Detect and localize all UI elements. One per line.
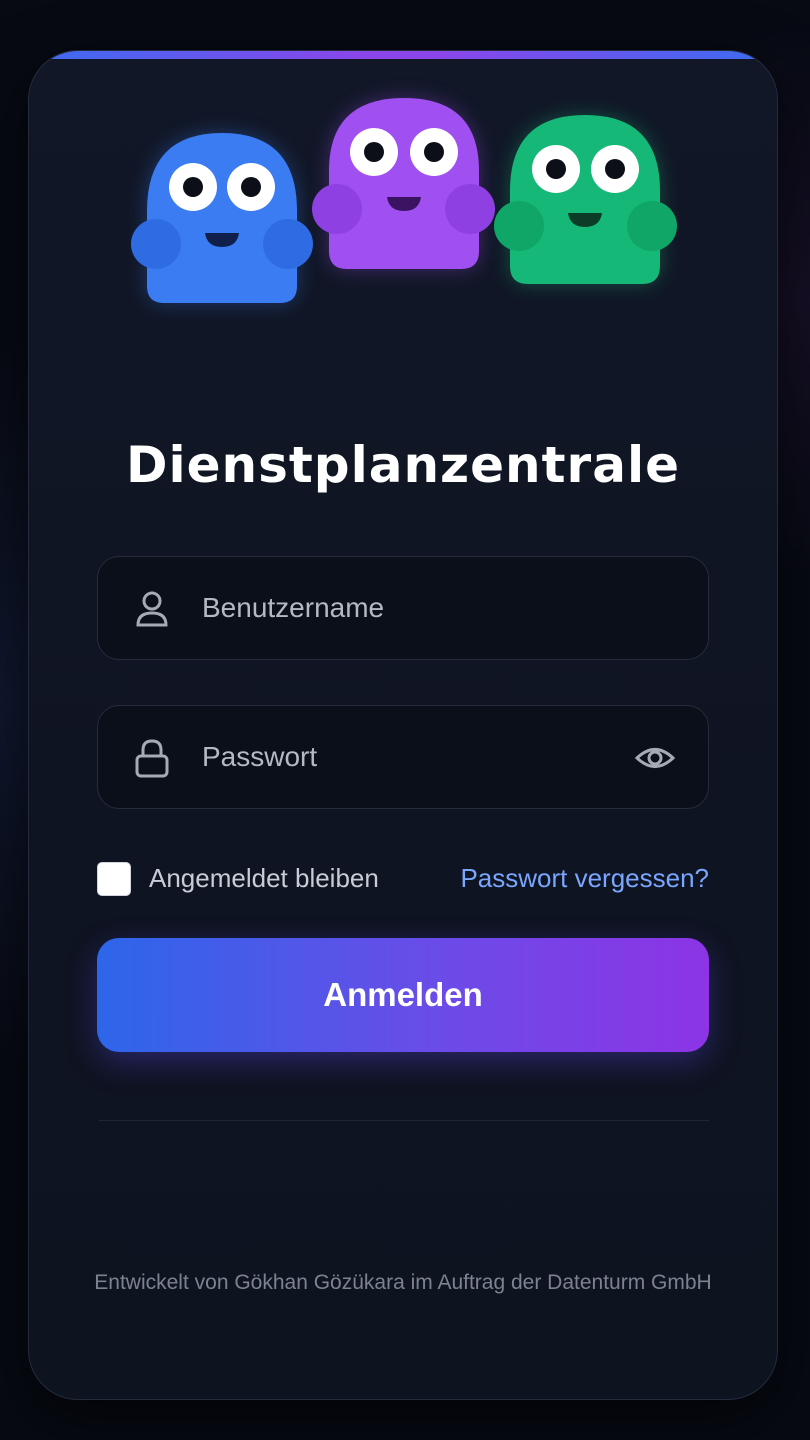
login-card: Dienstplanzentrale Angemeldet bleiben Pa… [28, 50, 778, 1400]
remember-me-label[interactable]: Angemeldet bleiben [149, 863, 379, 894]
password-input[interactable] [202, 706, 622, 808]
login-button[interactable]: Anmelden [97, 938, 709, 1052]
divider [99, 1120, 709, 1121]
app-title: Dienstplanzentrale [125, 436, 681, 494]
username-field[interactable] [97, 556, 709, 660]
lock-icon [135, 739, 169, 778]
blue-mascot-icon [131, 133, 313, 303]
forgot-password-link[interactable]: Passwort vergessen? [460, 863, 709, 894]
username-input[interactable] [202, 557, 622, 659]
remember-me-checkbox[interactable] [97, 862, 131, 896]
login-options-row: Angemeldet bleiben Passwort vergessen? [97, 859, 709, 899]
mascots-illustration [131, 98, 677, 303]
user-icon [136, 591, 168, 627]
green-mascot-icon [494, 115, 677, 284]
footer-credit: Entwickelt von Gökhan Gözükara im Auftra… [94, 1271, 712, 1294]
purple-mascot-icon [312, 98, 495, 269]
password-field[interactable] [97, 705, 709, 809]
eye-icon[interactable] [634, 737, 676, 779]
